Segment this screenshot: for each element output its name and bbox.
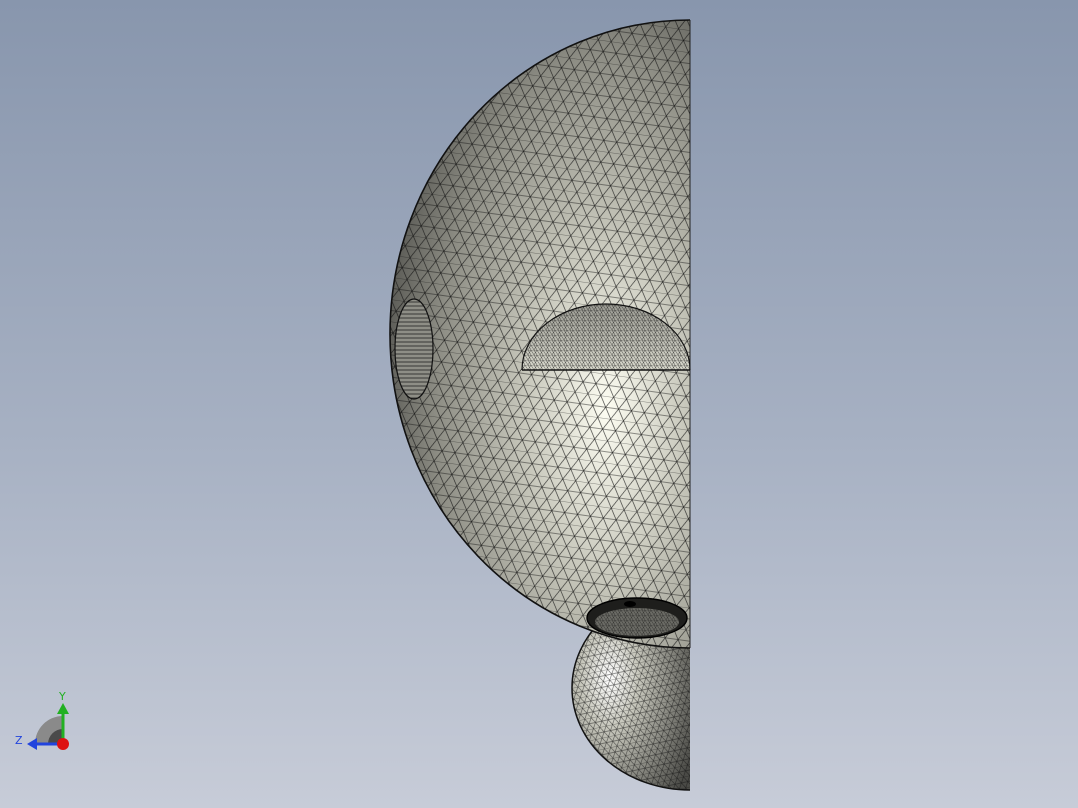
x-axis-dot: [57, 738, 69, 750]
3d-viewport[interactable]: Y Z: [0, 0, 1078, 808]
orientation-triad[interactable]: Y Z: [0, 0, 1078, 808]
y-axis-label: Y: [58, 690, 66, 703]
z-axis-label: Z: [15, 734, 23, 747]
